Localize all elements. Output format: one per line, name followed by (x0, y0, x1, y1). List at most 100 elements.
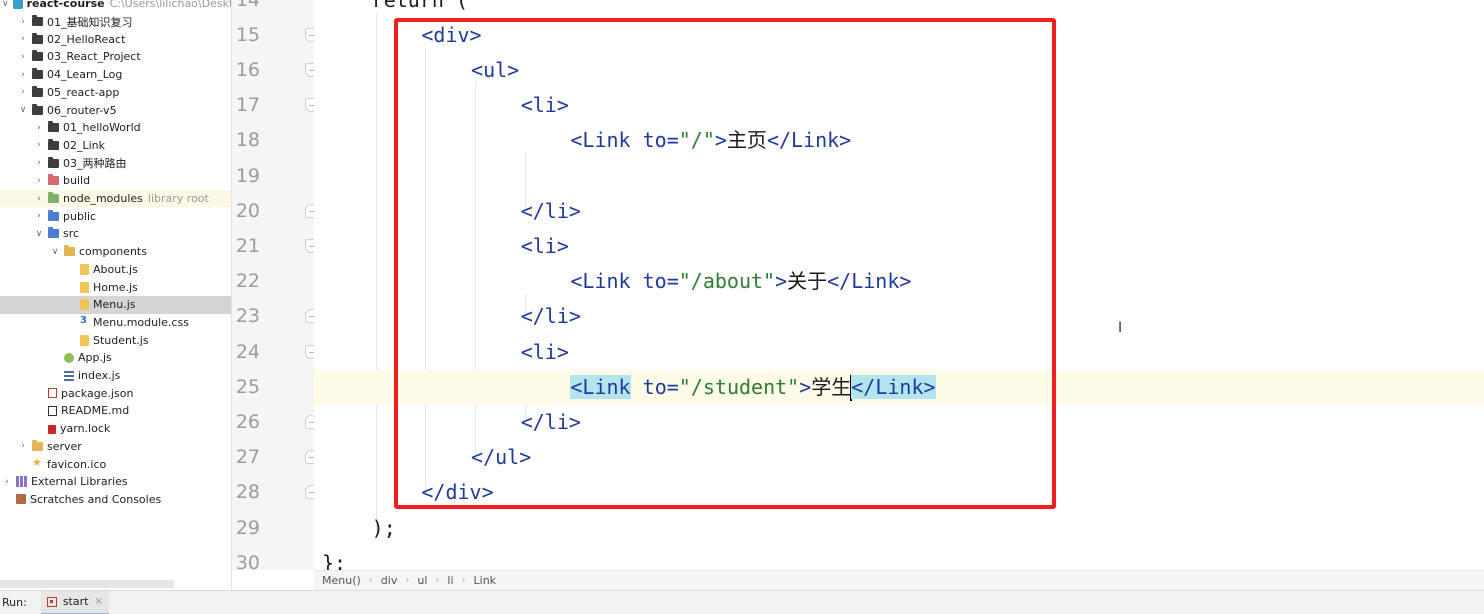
chevron-right-icon[interactable]: › (18, 34, 28, 44)
tree-item[interactable]: Home.js (0, 278, 231, 296)
chevron-right-icon[interactable]: › (34, 123, 44, 133)
tree-item[interactable]: › 02_Link (0, 137, 231, 155)
tree-item[interactable]: yarn.lock (0, 420, 231, 438)
tree-item-label: Home.js (93, 280, 138, 294)
tree-item[interactable]: › External Libraries (0, 473, 231, 491)
tree-item[interactable]: › 01_基础知识复习 (0, 13, 231, 31)
code-token: "/about" (678, 269, 776, 294)
tree-item[interactable]: README.md (0, 402, 231, 420)
chevron-down-icon[interactable]: ∨ (34, 229, 44, 239)
tree-item[interactable]: App.js (0, 349, 231, 367)
code-line[interactable]: <div> (314, 18, 1484, 53)
fold-marker-icon[interactable] (305, 62, 314, 77)
tree-item[interactable]: About.js (0, 261, 231, 279)
close-icon[interactable]: × (94, 596, 102, 607)
tree-item[interactable]: package.json (0, 384, 231, 402)
tree-item[interactable]: › server (0, 438, 231, 456)
editor-gutter[interactable]: 14 15 16 17 18 19 20 21 22 23 24 25 26 27 28 29 30 (232, 0, 314, 570)
code-line[interactable]: <ul> (314, 53, 1484, 88)
chevron-right-icon[interactable]: › (2, 477, 12, 487)
tree-item[interactable]: Scratches and Consoles (0, 491, 231, 509)
tree-item[interactable]: ∨ src (0, 225, 231, 243)
tree-item[interactable]: › public (0, 207, 231, 225)
code-line[interactable]: <Link to="/">主页</Link> (314, 123, 1484, 158)
tree-item[interactable]: ∨ components (0, 243, 231, 261)
fold-marker-icon[interactable] (305, 485, 314, 500)
chevron-right-icon[interactable]: › (18, 17, 28, 27)
tree-item-hint: C:\Users\lilichao\Desktop (109, 0, 231, 11)
code-line[interactable]: }; (314, 546, 1484, 570)
fold-marker-icon[interactable] (305, 309, 314, 324)
tree-item[interactable]: Student.js (0, 331, 231, 349)
code-line[interactable]: <Link to="/about">关于</Link> (314, 264, 1484, 299)
tree-item[interactable]: › 03_两种路由 (0, 154, 231, 172)
tree-item[interactable]: › 02_HelloReact (0, 30, 231, 48)
fold-marker-icon[interactable] (305, 238, 314, 253)
chevron-right-icon[interactable]: › (18, 52, 28, 62)
line-number: 19 (235, 164, 260, 187)
tree-item[interactable]: index.js (0, 367, 231, 385)
fold-marker-icon[interactable] (305, 344, 314, 359)
chevron-right-icon[interactable]: › (34, 194, 44, 204)
fold-marker-icon[interactable] (305, 203, 314, 218)
tree-item[interactable]: › node_modules library root (0, 189, 231, 208)
chevron-right-icon[interactable]: › (34, 140, 44, 150)
fold-marker-icon[interactable] (305, 414, 314, 429)
tree-item[interactable]: › 05_react-app (0, 84, 231, 102)
chevron-right-icon[interactable]: › (34, 176, 44, 186)
chevron-right-icon[interactable]: › (34, 158, 44, 168)
code-editor[interactable]: I return (<div><ul><li><Link to="/">主页</… (314, 0, 1484, 570)
code-line[interactable]: </li> (314, 405, 1484, 440)
file-pkg-icon (48, 388, 57, 399)
tree-item[interactable]: › 01_helloWorld (0, 119, 231, 137)
chevron-right-icon[interactable]: › (18, 70, 28, 80)
tree-scrollbar[interactable] (0, 580, 174, 588)
code-line[interactable] (314, 159, 1484, 194)
tree-item[interactable]: favicon.ico (0, 455, 231, 473)
chevron-down-icon[interactable]: ∨ (18, 105, 28, 115)
code-line[interactable]: <li> (314, 335, 1484, 370)
tree-item[interactable]: ∨ 06_router-v5 (0, 101, 231, 119)
tree-item[interactable]: › 04_Learn_Log (0, 66, 231, 84)
tree-item[interactable]: ∨ react-course C:\Users\lilichao\Desktop (0, 0, 231, 13)
folder-icon (48, 121, 59, 133)
fold-marker-icon[interactable] (305, 450, 314, 465)
file-lock-icon (48, 425, 56, 435)
chevron-down-icon[interactable]: ∨ (50, 247, 60, 257)
fold-marker-icon[interactable] (305, 98, 314, 113)
code-line[interactable]: ); (314, 511, 1484, 546)
folder-icon (48, 174, 59, 186)
breadcrumb-item[interactable]: div (381, 574, 398, 587)
code-line[interactable]: </div> (314, 475, 1484, 510)
code-token: <Link (570, 128, 643, 153)
run-tab-start[interactable]: start × (40, 590, 109, 614)
tree-item-label: About.js (93, 262, 138, 276)
code-line[interactable]: </li> (314, 299, 1484, 334)
breadcrumb-item[interactable]: li (447, 574, 453, 587)
chevron-right-icon[interactable]: › (34, 211, 44, 221)
tree-item-label: 01_helloWorld (63, 121, 141, 135)
code-line[interactable]: </li> (314, 194, 1484, 229)
module-icon (12, 0, 23, 9)
code-line[interactable]: return ( (314, 0, 1484, 18)
code-line[interactable]: <li> (314, 88, 1484, 123)
tree-item-label: yarn.lock (60, 422, 111, 436)
code-line[interactable]: <Link to="/student">学生</Link> (314, 369, 1484, 405)
breadcrumb-item[interactable]: Link (474, 574, 497, 587)
file-idx-icon (64, 370, 74, 381)
code-line[interactable]: </ul> (314, 440, 1484, 475)
tree-item[interactable]: › 03_React_Project (0, 48, 231, 66)
code-token: </Link> (766, 128, 852, 153)
project-tree[interactable]: ∨react-courseC:\Users\lilichao\Desktop›0… (0, 0, 232, 590)
breadcrumb-item[interactable]: Menu() (322, 574, 361, 587)
code-line[interactable]: <li> (314, 229, 1484, 264)
chevron-down-icon[interactable]: ∨ (2, 0, 9, 9)
chevron-right-icon[interactable]: › (18, 441, 28, 451)
tree-item[interactable]: Menu.module.css (0, 314, 231, 332)
chevron-right-icon[interactable]: › (18, 87, 28, 97)
tree-item[interactable]: › build (0, 172, 231, 190)
tree-item[interactable]: Menu.js (0, 295, 231, 314)
breadcrumb-item[interactable]: ul (417, 574, 427, 587)
fold-marker-icon[interactable] (305, 27, 314, 42)
